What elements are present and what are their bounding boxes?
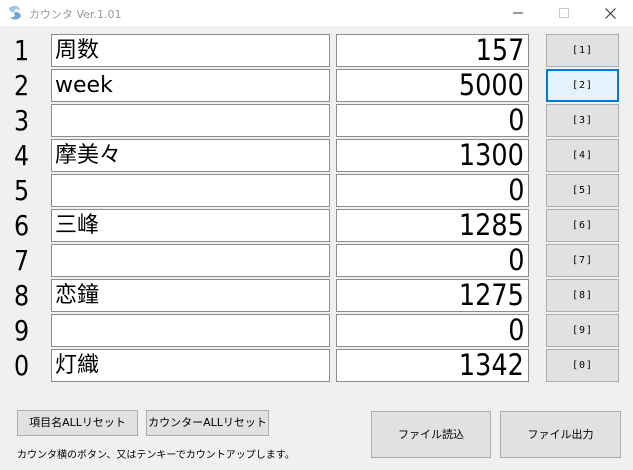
counter-value[interactable]: 1275 [336, 279, 529, 312]
reset-all-counters-button[interactable]: カウンターALLリセット [146, 410, 269, 436]
load-file-button[interactable]: ファイル読込 [371, 411, 491, 458]
count-up-button-6[interactable]: [6] [546, 209, 619, 242]
item-name-field[interactable]: 三峰 [51, 209, 330, 242]
row-number: 4 [14, 139, 30, 172]
close-button[interactable] [587, 0, 633, 26]
row-number: 3 [14, 104, 30, 137]
counter-value[interactable]: 5000 [336, 69, 529, 102]
counter-value-text: 1342 [459, 349, 524, 382]
count-up-button-3[interactable]: [3] [546, 104, 619, 137]
counter-value-text: 1275 [459, 279, 524, 312]
row-number: 2 [14, 69, 30, 102]
export-file-button[interactable]: ファイル出力 [500, 411, 621, 458]
row-number: 1 [14, 34, 30, 67]
counter-value[interactable]: 0 [336, 314, 529, 347]
hint-text: カウンタ横のボタン、又はテンキーでカウントアップします。 [17, 450, 295, 461]
maximize-icon [559, 8, 569, 18]
reset-all-names-button[interactable]: 項目名ALLリセット [17, 410, 138, 436]
item-name-field[interactable]: 灯織 [51, 349, 330, 382]
row-number: 7 [14, 244, 30, 277]
count-up-button-4[interactable]: [4] [546, 139, 619, 172]
row-number: 0 [14, 349, 30, 382]
maximize-button[interactable] [541, 0, 587, 26]
counter-value[interactable]: 0 [336, 174, 529, 207]
row-number: 8 [14, 279, 30, 312]
minimize-icon [513, 12, 523, 14]
app-logo-icon [6, 4, 24, 22]
item-name-field[interactable] [51, 244, 330, 277]
count-up-button-9[interactable]: [9] [546, 314, 619, 347]
count-up-button-2[interactable]: [2] [546, 69, 619, 102]
counter-value[interactable]: 0 [336, 244, 529, 277]
item-name-field[interactable] [51, 174, 330, 207]
row-number: 9 [14, 314, 30, 347]
close-icon [604, 7, 616, 19]
counter-value[interactable]: 1285 [336, 209, 529, 242]
item-name-field[interactable] [51, 104, 330, 137]
counter-value-text: 0 [507, 174, 524, 207]
counter-value-text: 157 [475, 34, 524, 67]
counter-value-text: 0 [507, 314, 524, 347]
count-up-button-8[interactable]: [8] [546, 279, 619, 312]
counter-value[interactable]: 157 [336, 34, 529, 67]
count-up-button-5[interactable]: [5] [546, 174, 619, 207]
item-name-field[interactable] [51, 314, 330, 347]
counter-value[interactable]: 1342 [336, 349, 529, 382]
count-up-button-7[interactable]: [7] [546, 244, 619, 277]
counter-value-text: 1285 [459, 209, 524, 242]
counter-value-text: 0 [507, 104, 524, 137]
row-number: 6 [14, 209, 30, 242]
counter-value-text: 1300 [459, 139, 524, 172]
row-number: 5 [14, 174, 30, 207]
count-up-button-1[interactable]: [1] [546, 34, 619, 67]
counter-value[interactable]: 0 [336, 104, 529, 137]
window-title: カウンタ Ver.1.01 [29, 8, 122, 21]
item-name-field[interactable]: 摩美々 [51, 139, 330, 172]
item-name-field[interactable]: week [51, 69, 330, 102]
counter-value-text: 5000 [459, 69, 524, 102]
counter-value[interactable]: 1300 [336, 139, 529, 172]
counter-value-text: 0 [507, 244, 524, 277]
minimize-button[interactable] [495, 0, 541, 26]
title-bar[interactable]: カウンタ Ver.1.01 [0, 0, 633, 26]
item-name-field[interactable]: 周数 [51, 34, 330, 67]
item-name-field[interactable]: 恋鐘 [51, 279, 330, 312]
count-up-button-0[interactable]: [0] [546, 349, 619, 382]
